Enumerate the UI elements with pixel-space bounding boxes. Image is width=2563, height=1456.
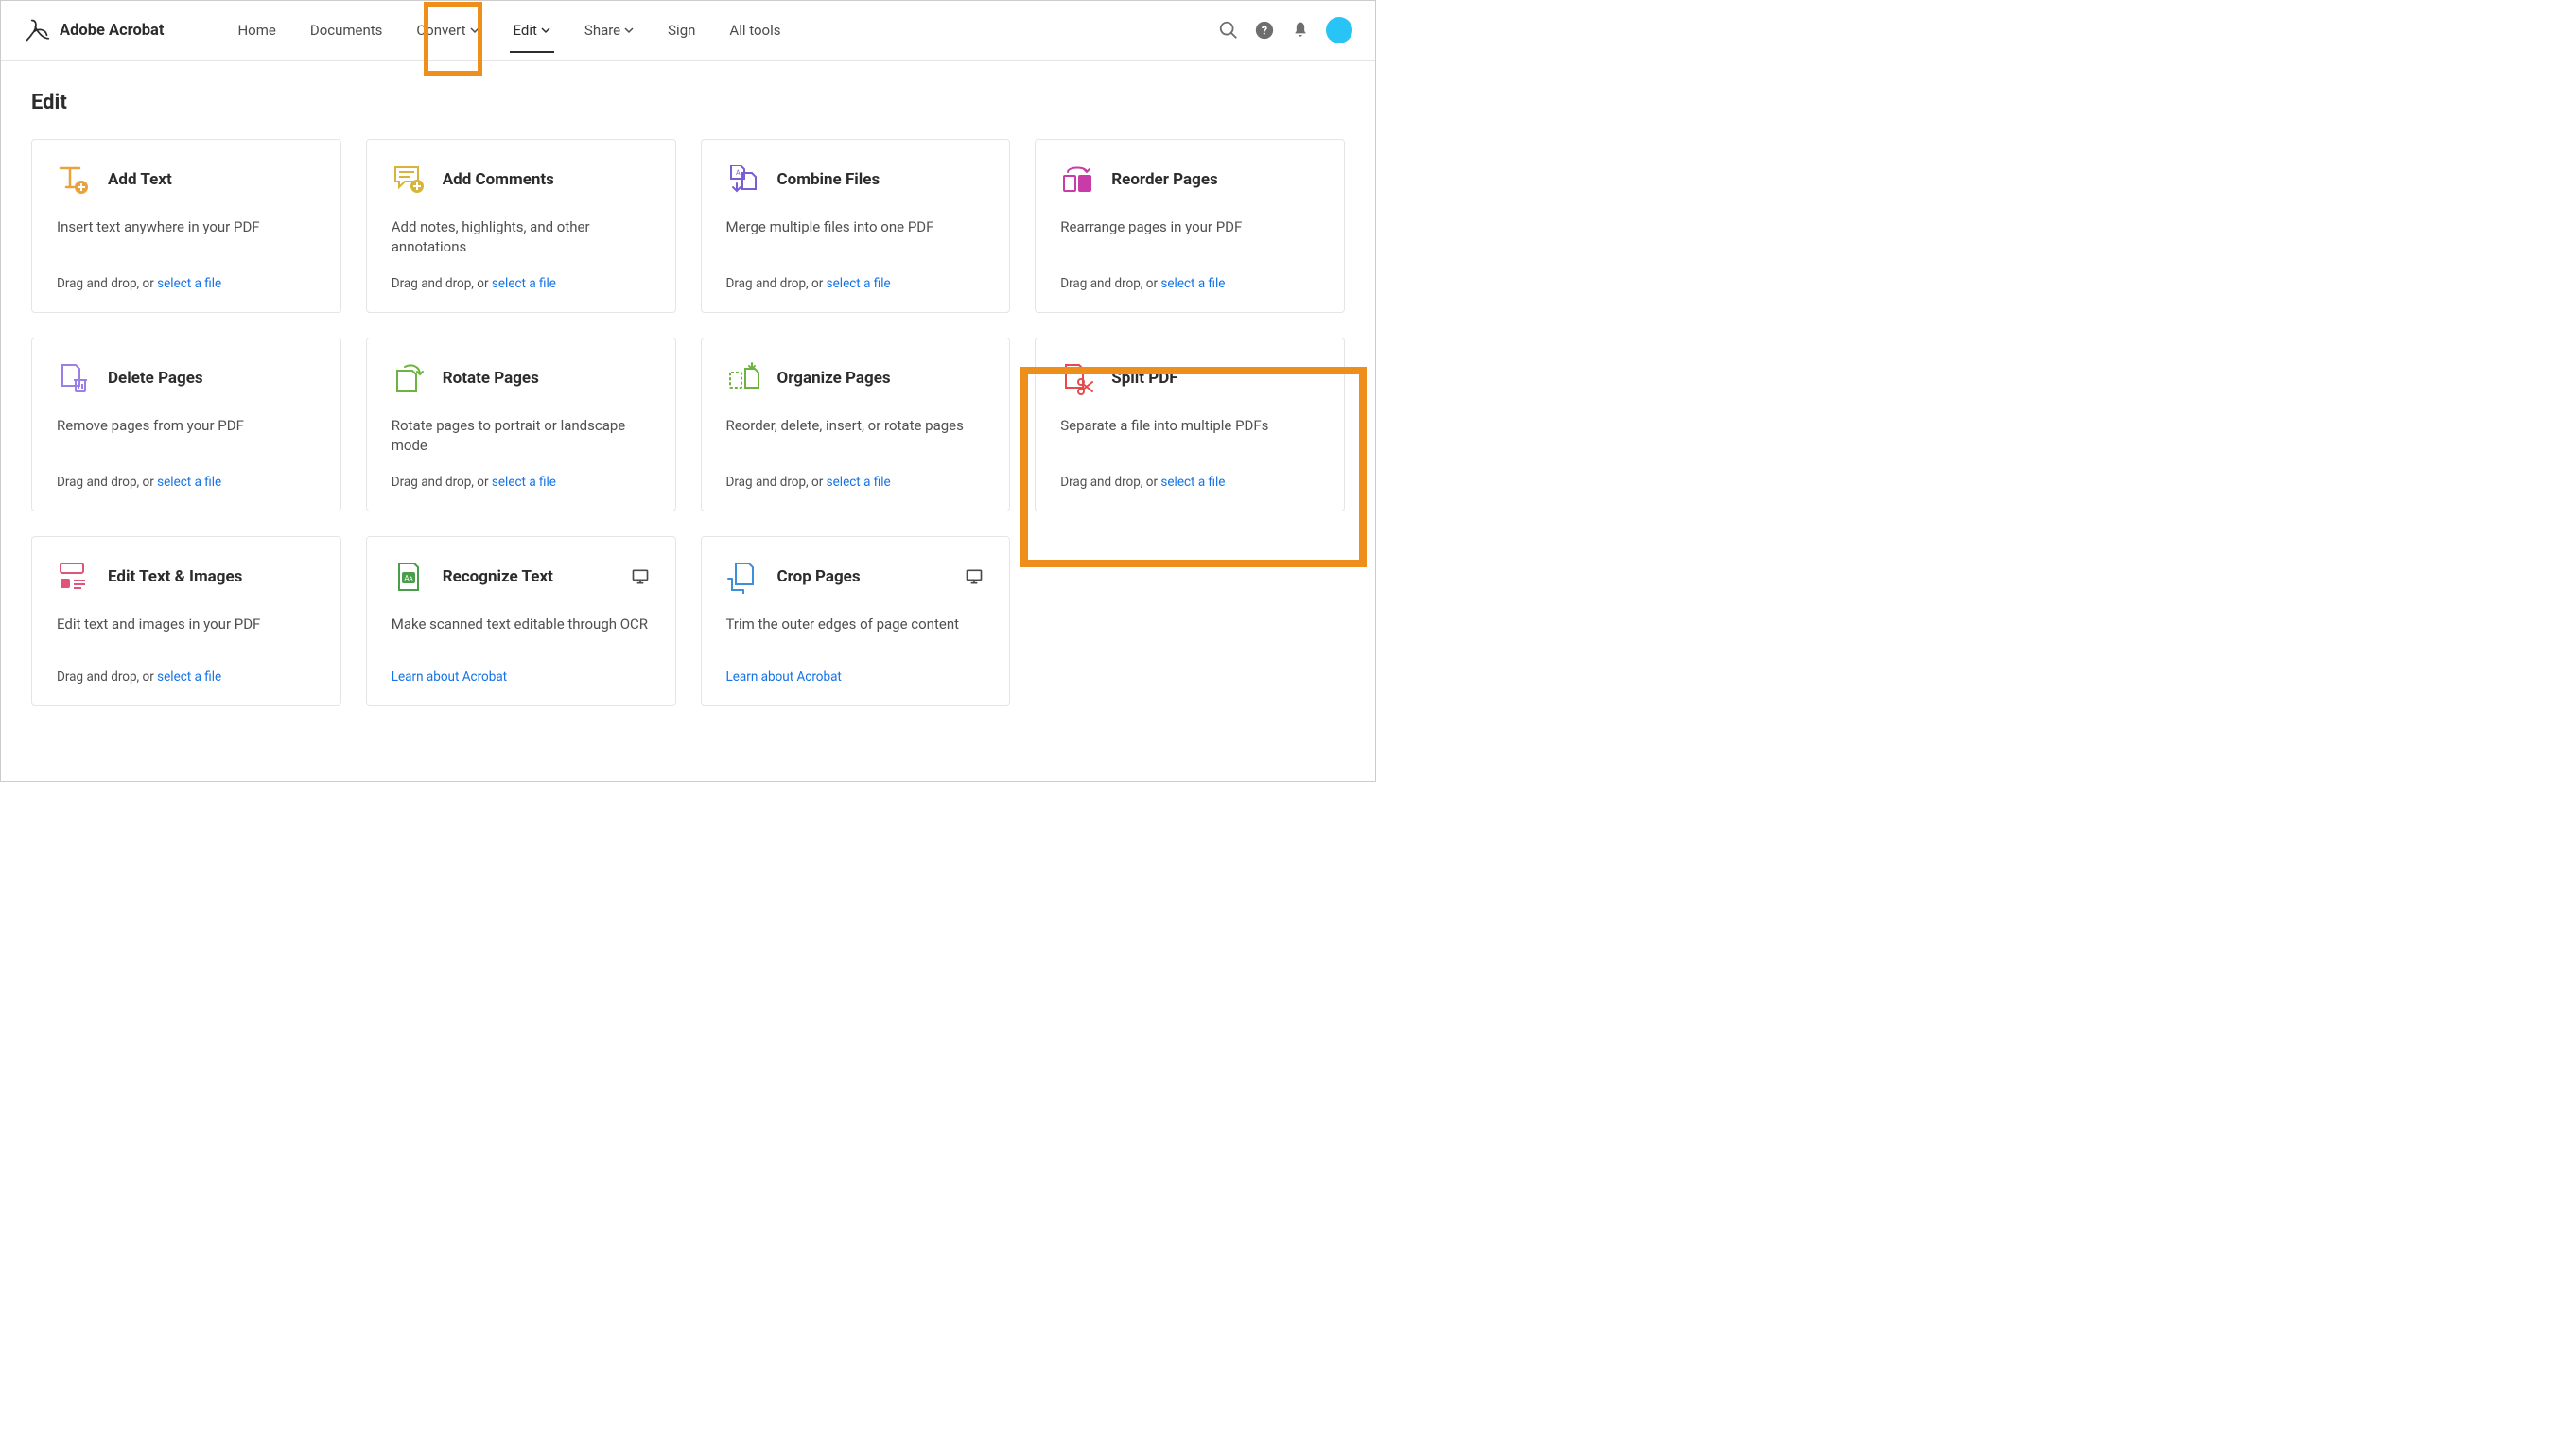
select-file-link[interactable]: select a file: [157, 669, 221, 685]
desktop-icon: [964, 567, 985, 586]
select-file-link[interactable]: select a file: [157, 475, 221, 490]
card-title: Organize Pages: [777, 369, 891, 388]
chevron-down-icon: [541, 26, 550, 35]
card-split-pdf[interactable]: Split PDF Separate a file into multiple …: [1035, 338, 1345, 511]
split-pdf-icon: [1060, 361, 1094, 395]
recognize-text-icon: Aᴀ: [392, 560, 426, 594]
add-comments-icon: [392, 163, 426, 197]
card-title: Add Text: [108, 170, 172, 189]
edit-text-images-icon: [57, 560, 91, 594]
card-desc: Reorder, delete, insert, or rotate pages: [726, 416, 985, 436]
nav-share[interactable]: Share: [567, 2, 651, 59]
card-desc: Edit text and images in your PDF: [57, 615, 316, 634]
card-foot: Drag and drop, or select a file: [1060, 257, 1319, 291]
card-reorder-pages[interactable]: Reorder Pages Rearrange pages in your PD…: [1035, 139, 1345, 313]
card-foot: Drag and drop, or select a file: [392, 257, 651, 291]
tool-grid: Add Text Insert text anywhere in your PD…: [31, 139, 1345, 706]
select-file-link[interactable]: select a file: [492, 475, 556, 490]
learn-link[interactable]: Learn about Acrobat: [392, 669, 507, 685]
card-desc: Add notes, highlights, and other annotat…: [392, 217, 651, 257]
card-add-comments[interactable]: Add Comments Add notes, highlights, and …: [366, 139, 676, 313]
card-title: Rotate Pages: [443, 369, 539, 388]
card-foot: Learn about Acrobat: [392, 650, 651, 685]
card-crop-pages[interactable]: Crop Pages Trim the outer edges of page …: [701, 536, 1011, 706]
content: Edit Add Text Insert text anywhere in yo…: [1, 61, 1375, 737]
card-title: Delete Pages: [108, 369, 203, 388]
header-right: ?: [1218, 17, 1352, 43]
nav-convert[interactable]: Convert: [399, 2, 496, 59]
app-name: Adobe Acrobat: [60, 22, 164, 40]
card-desc: Rearrange pages in your PDF: [1060, 217, 1319, 237]
nav-sign[interactable]: Sign: [651, 2, 712, 59]
card-foot: Learn about Acrobat: [726, 650, 985, 685]
select-file-link[interactable]: select a file: [827, 276, 891, 291]
card-edit-text-images[interactable]: Edit Text & Images Edit text and images …: [31, 536, 341, 706]
card-title: Add Comments: [443, 170, 554, 189]
card-delete-pages[interactable]: Delete Pages Remove pages from your PDF …: [31, 338, 341, 511]
svg-text:A: A: [736, 169, 741, 177]
card-title: Crop Pages: [777, 567, 861, 586]
card-foot: Drag and drop, or select a file: [57, 650, 316, 685]
card-desc: Separate a file into multiple PDFs: [1060, 416, 1319, 436]
main-nav: Home Documents Convert Edit Share Sign A…: [220, 2, 797, 59]
select-file-link[interactable]: select a file: [157, 276, 221, 291]
delete-pages-icon: [57, 361, 91, 395]
header: Adobe Acrobat Home Documents Convert Edi…: [1, 1, 1375, 61]
card-title: Recognize Text: [443, 567, 553, 586]
card-foot: Drag and drop, or select a file: [57, 456, 316, 490]
card-title: Edit Text & Images: [108, 567, 242, 586]
card-title: Combine Files: [777, 170, 880, 189]
card-combine-files[interactable]: A Combine Files Merge multiple files int…: [701, 139, 1011, 313]
page-title: Edit: [31, 91, 1345, 114]
card-desc: Trim the outer edges of page content: [726, 615, 985, 634]
card-foot: Drag and drop, or select a file: [726, 257, 985, 291]
rotate-pages-icon: [392, 361, 426, 395]
card-desc: Merge multiple files into one PDF: [726, 217, 985, 237]
reorder-pages-icon: [1060, 163, 1094, 197]
svg-text:?: ?: [1262, 25, 1267, 39]
desktop-icon: [630, 567, 651, 586]
card-add-text[interactable]: Add Text Insert text anywhere in your PD…: [31, 139, 341, 313]
nav-edit[interactable]: Edit: [497, 2, 567, 59]
card-rotate-pages[interactable]: Rotate Pages Rotate pages to portrait or…: [366, 338, 676, 511]
help-icon[interactable]: ?: [1254, 20, 1275, 41]
bell-icon[interactable]: [1290, 20, 1311, 41]
card-desc: Insert text anywhere in your PDF: [57, 217, 316, 237]
card-desc: Rotate pages to portrait or landscape mo…: [392, 416, 651, 456]
card-organize-pages[interactable]: Organize Pages Reorder, delete, insert, …: [701, 338, 1011, 511]
chevron-down-icon: [470, 26, 479, 35]
card-foot: Drag and drop, or select a file: [1060, 456, 1319, 490]
avatar[interactable]: [1326, 17, 1352, 43]
nav-all-tools[interactable]: All tools: [712, 2, 797, 59]
select-file-link[interactable]: select a file: [492, 276, 556, 291]
chevron-down-icon: [624, 26, 634, 35]
card-recognize-text[interactable]: Aᴀ Recognize Text Make scanned text edit…: [366, 536, 676, 706]
select-file-link[interactable]: select a file: [827, 475, 891, 490]
card-title: Split PDF: [1111, 369, 1177, 388]
organize-pages-icon: [726, 361, 760, 395]
search-icon[interactable]: [1218, 20, 1239, 41]
card-foot: Drag and drop, or select a file: [57, 257, 316, 291]
acrobat-logo-icon: [24, 17, 50, 43]
card-title: Reorder Pages: [1111, 170, 1218, 189]
card-foot: Drag and drop, or select a file: [726, 456, 985, 490]
card-desc: Make scanned text editable through OCR: [392, 615, 651, 634]
select-file-link[interactable]: select a file: [1160, 475, 1225, 490]
logo-block: Adobe Acrobat: [24, 17, 164, 43]
crop-pages-icon: [726, 560, 760, 594]
select-file-link[interactable]: select a file: [1160, 276, 1225, 291]
svg-text:Aᴀ: Aᴀ: [404, 574, 412, 582]
card-desc: Remove pages from your PDF: [57, 416, 316, 436]
combine-files-icon: A: [726, 163, 760, 197]
nav-home[interactable]: Home: [220, 2, 292, 59]
add-text-icon: [57, 163, 91, 197]
card-foot: Drag and drop, or select a file: [392, 456, 651, 490]
nav-documents[interactable]: Documents: [293, 2, 400, 59]
learn-link[interactable]: Learn about Acrobat: [726, 669, 842, 685]
